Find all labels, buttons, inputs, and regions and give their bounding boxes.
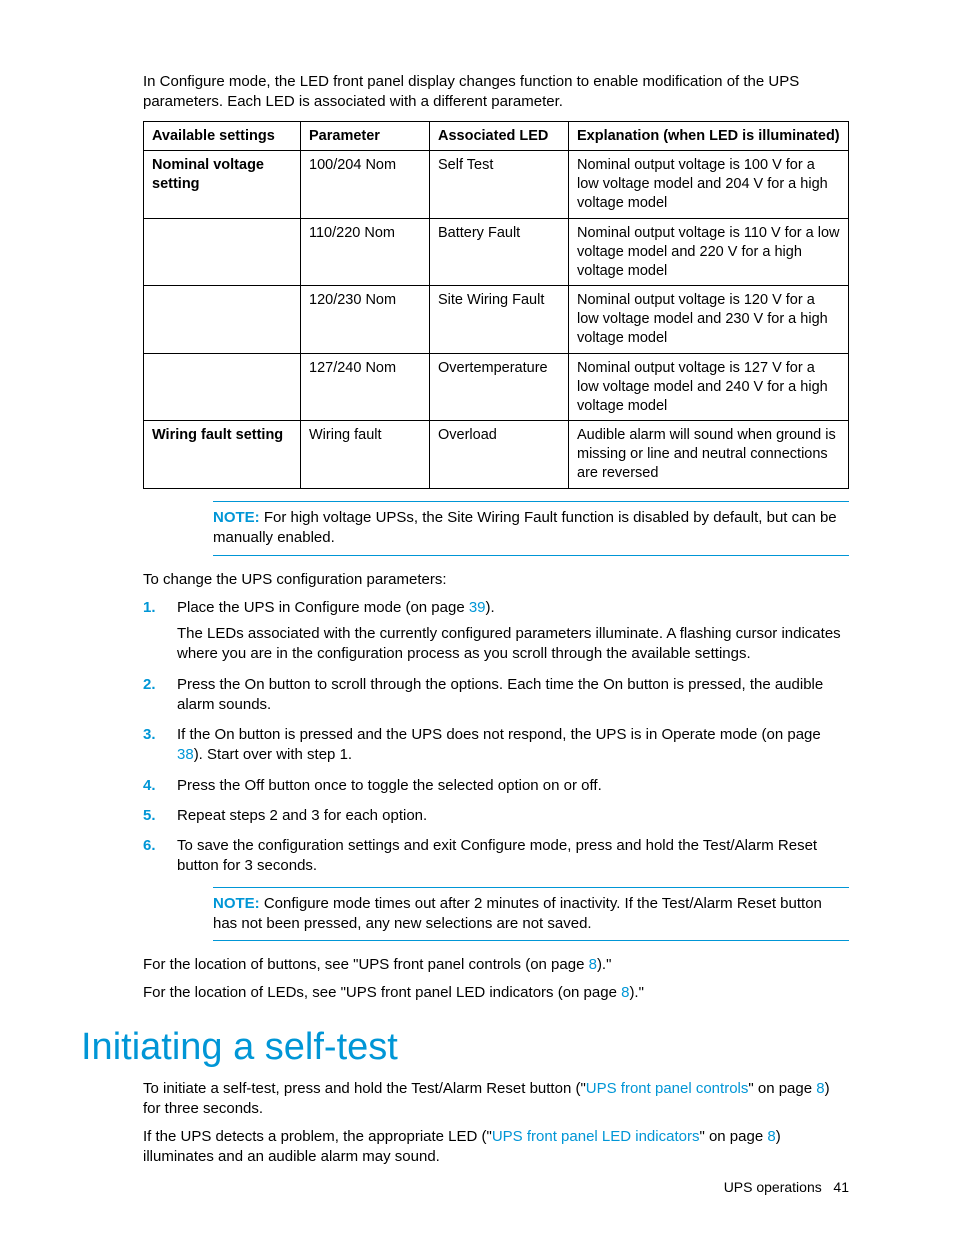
change-intro: To change the UPS configuration paramete…: [143, 570, 849, 590]
step-1: Place the UPS in Configure mode (on page…: [143, 598, 849, 665]
loc-text: For the location of buttons, see "UPS fr…: [143, 956, 589, 973]
intro-text: In Configure mode, the LED front panel d…: [143, 72, 849, 113]
location-leds: For the location of LEDs, see "UPS front…: [143, 983, 849, 1003]
cell-led: Overload: [430, 421, 569, 489]
st-text: To initiate a self-test, press and hold …: [143, 1080, 586, 1097]
section-heading: Initiating a self-test: [81, 1026, 849, 1069]
loc-text: ).": [629, 984, 644, 1001]
cell-param: 120/230 Nom: [301, 286, 430, 354]
table-row: Wiring fault setting Wiring fault Overlo…: [144, 421, 849, 489]
note-label: NOTE:: [213, 895, 260, 912]
cell-setting: Wiring fault setting: [144, 421, 301, 489]
table-row: 120/230 Nom Site Wiring Fault Nominal ou…: [144, 286, 849, 354]
step-text: If the On button is pressed and the UPS …: [177, 726, 821, 743]
cell-setting: Nominal voltage setting: [144, 151, 301, 219]
st-text: If the UPS detects a problem, the approp…: [143, 1128, 492, 1145]
st-text: " on page: [748, 1080, 816, 1097]
th-led: Associated LED: [430, 121, 569, 151]
cell-expl: Nominal output voltage is 127 V for a lo…: [569, 353, 849, 421]
cell-param: 100/204 Nom: [301, 151, 430, 219]
step-text: Press the On button to scroll through th…: [177, 676, 823, 713]
cell-expl: Audible alarm will sound when ground is …: [569, 421, 849, 489]
selftest-p2: If the UPS detects a problem, the approp…: [143, 1127, 849, 1168]
step-text: Repeat steps 2 and 3 for each option.: [177, 807, 427, 824]
table-row: 110/220 Nom Battery Fault Nominal output…: [144, 218, 849, 286]
page-link[interactable]: 8: [589, 956, 597, 973]
page-link[interactable]: 8: [816, 1080, 824, 1097]
step-text: ). Start over with step 1.: [194, 746, 352, 763]
cell-param: Wiring fault: [301, 421, 430, 489]
note-label: NOTE:: [213, 509, 260, 526]
page-link[interactable]: 8: [767, 1128, 775, 1145]
cell-led: Self Test: [430, 151, 569, 219]
cell-led: Battery Fault: [430, 218, 569, 286]
footer-section: UPS operations: [724, 1179, 822, 1195]
st-text: " on page: [699, 1128, 767, 1145]
step-2: Press the On button to scroll through th…: [143, 675, 849, 716]
note-text: Configure mode times out after 2 minutes…: [213, 895, 822, 932]
note-block-1: NOTE: For high voltage UPSs, the Site Wi…: [213, 501, 849, 556]
step-text: To save the configuration settings and e…: [177, 837, 817, 874]
cell-setting: [144, 353, 301, 421]
step-3: If the On button is pressed and the UPS …: [143, 725, 849, 766]
step-4: Press the Off button once to toggle the …: [143, 776, 849, 796]
page-link[interactable]: 39: [469, 599, 486, 616]
step-text: Press the Off button once to toggle the …: [177, 777, 602, 794]
step-text: Place the UPS in Configure mode (on page: [177, 599, 469, 616]
cell-led: Overtemperature: [430, 353, 569, 421]
th-available: Available settings: [144, 121, 301, 151]
loc-text: ).": [597, 956, 612, 973]
step-text: ).: [486, 599, 495, 616]
th-explanation: Explanation (when LED is illuminated): [569, 121, 849, 151]
note-text: For high voltage UPSs, the Site Wiring F…: [213, 509, 837, 546]
footer-page: 41: [833, 1179, 849, 1195]
step-sub: The LEDs associated with the currently c…: [177, 624, 849, 665]
led-table: Available settings Parameter Associated …: [143, 121, 849, 490]
loc-text: For the location of LEDs, see "UPS front…: [143, 984, 621, 1001]
page-link[interactable]: 38: [177, 746, 194, 763]
cell-expl: Nominal output voltage is 110 V for a lo…: [569, 218, 849, 286]
cell-setting: [144, 286, 301, 354]
cell-param: 110/220 Nom: [301, 218, 430, 286]
selftest-p1: To initiate a self-test, press and hold …: [143, 1079, 849, 1120]
topic-link[interactable]: UPS front panel controls: [586, 1080, 749, 1097]
topic-link[interactable]: UPS front panel LED indicators: [492, 1128, 700, 1145]
th-parameter: Parameter: [301, 121, 430, 151]
cell-setting: [144, 218, 301, 286]
table-row: 127/240 Nom Overtemperature Nominal outp…: [144, 353, 849, 421]
table-header-row: Available settings Parameter Associated …: [144, 121, 849, 151]
page-footer: UPS operations 41: [724, 1179, 849, 1195]
location-buttons: For the location of buttons, see "UPS fr…: [143, 955, 849, 975]
table-row: Nominal voltage setting 100/204 Nom Self…: [144, 151, 849, 219]
cell-expl: Nominal output voltage is 120 V for a lo…: [569, 286, 849, 354]
cell-expl: Nominal output voltage is 100 V for a lo…: [569, 151, 849, 219]
step-6: To save the configuration settings and e…: [143, 836, 849, 877]
cell-led: Site Wiring Fault: [430, 286, 569, 354]
cell-param: 127/240 Nom: [301, 353, 430, 421]
note-block-2: NOTE: Configure mode times out after 2 m…: [213, 887, 849, 942]
step-5: Repeat steps 2 and 3 for each option.: [143, 806, 849, 826]
steps-list: Place the UPS in Configure mode (on page…: [143, 598, 849, 877]
